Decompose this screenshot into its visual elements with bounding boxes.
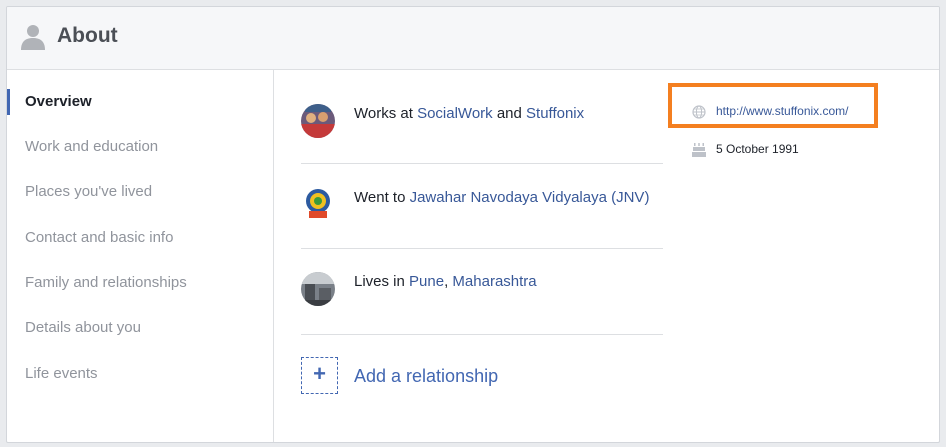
jnv-logo[interactable] xyxy=(301,187,335,221)
sidebar-item-contact-info[interactable]: Contact and basic info xyxy=(25,229,173,246)
education-prefix: Went to xyxy=(354,189,406,206)
birthday-cake-icon xyxy=(692,143,706,157)
sidebar-item-details-about-you[interactable]: Details about you xyxy=(25,319,141,336)
page-title: About xyxy=(57,24,118,47)
work-conjunction: and xyxy=(496,105,522,122)
sidebar-item-places-lived[interactable]: Places you've lived xyxy=(25,183,152,200)
sidebar-item-life-events[interactable]: Life events xyxy=(25,365,98,382)
stuffonix-link[interactable]: Stuffonix xyxy=(526,105,584,122)
side-info: http://www.stuffonix.com/ 5 October 1991 xyxy=(668,70,939,190)
jnv-link[interactable]: Jawahar Navodaya Vidyalaya (JNV) xyxy=(410,189,650,206)
about-header: About xyxy=(7,7,939,70)
lives-prefix: Lives in xyxy=(354,273,405,290)
socialwork-link[interactable]: SocialWork xyxy=(417,105,493,122)
add-relationship-button[interactable]: + xyxy=(301,357,338,394)
work-text: Works at SocialWork and Stuffonix xyxy=(354,105,584,122)
socialwork-logo[interactable] xyxy=(301,104,335,138)
divider xyxy=(301,163,663,164)
about-card: About Overview Work and education Places… xyxy=(6,6,940,443)
website-link[interactable]: http://www.stuffonix.com/ xyxy=(716,104,849,118)
plus-icon: + xyxy=(313,361,326,386)
lives-separator: , xyxy=(444,273,449,290)
divider xyxy=(301,334,663,335)
about-sidebar: Overview Work and education Places you'v… xyxy=(7,70,274,442)
pune-link[interactable]: Pune xyxy=(409,273,444,290)
work-prefix: Works at xyxy=(354,105,413,122)
sidebar-item-overview[interactable]: Overview xyxy=(25,93,92,110)
maharashtra-link[interactable]: Maharashtra xyxy=(452,273,536,290)
person-icon xyxy=(21,25,45,50)
pune-thumbnail[interactable] xyxy=(301,272,335,306)
birthday-text: 5 October 1991 xyxy=(716,142,799,156)
add-relationship-link[interactable]: Add a relationship xyxy=(354,366,498,387)
overview-panel: Works at SocialWork and Stuffonix Went t… xyxy=(274,70,939,442)
globe-icon xyxy=(692,105,706,119)
sidebar-item-work-education[interactable]: Work and education xyxy=(25,138,158,155)
lives-text: Lives in Pune, Maharashtra xyxy=(354,273,537,290)
active-indicator xyxy=(7,89,10,115)
divider xyxy=(301,248,663,249)
education-text: Went to Jawahar Navodaya Vidyalaya (JNV) xyxy=(354,189,649,206)
sidebar-item-family-relationships[interactable]: Family and relationships xyxy=(25,274,187,291)
